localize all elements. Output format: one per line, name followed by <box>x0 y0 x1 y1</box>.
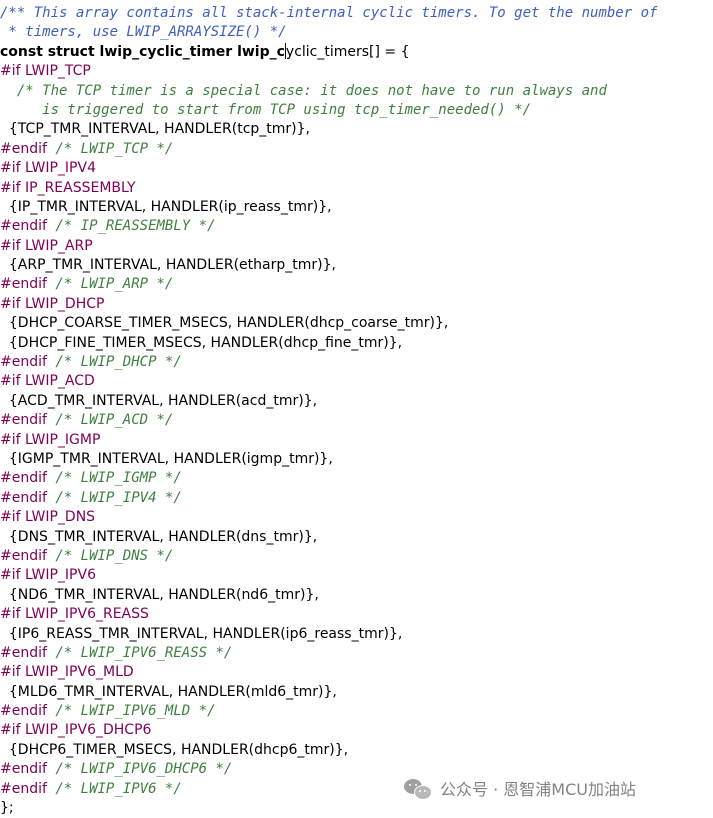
endif-comment: /* IP_REASSEMBLY */ <box>46 218 216 235</box>
preprocessor-directive: #if LWIP_IGMP <box>0 431 101 448</box>
code-text: {IP6_REASS_TMR_INTERVAL, HANDLER(ip6_rea… <box>0 625 403 642</box>
endif-comment: /* LWIP_ARP */ <box>46 276 174 293</box>
code-text: {TCP_TMR_INTERVAL, HANDLER(tcp_tmr)}, <box>0 121 311 138</box>
preprocessor-directive: #if LWIP_TCP <box>0 63 91 80</box>
code-line[interactable]: /* The TCP timer is a special case: it d… <box>0 82 713 101</box>
code-line[interactable]: {IP_TMR_INTERVAL, HANDLER(ip_reass_tmr)}… <box>0 198 713 217</box>
endif-directive: #endif <box>0 140 47 157</box>
code-line[interactable]: #endif /* LWIP_IPV6_REASS */ <box>0 644 713 663</box>
code-line[interactable]: #if LWIP_ACD <box>0 372 713 391</box>
endif-directive: #endif <box>0 703 47 720</box>
code-line[interactable]: #endif /* LWIP_IGMP */ <box>0 469 713 488</box>
code-text: {DHCP_COARSE_TIMER_MSECS, HANDLER(dhcp_c… <box>0 315 449 332</box>
doc-comment: /** This array contains all stack-intern… <box>0 5 658 21</box>
code-comment: /* The TCP timer is a special case: it d… <box>0 82 607 99</box>
declaration-text: const struct lwip_cyclic_timer lwip_c <box>0 43 285 60</box>
code-line[interactable]: {ARP_TMR_INTERVAL, HANDLER(etharp_tmr)}, <box>0 256 713 275</box>
code-line[interactable]: #if IP_REASSEMBLY <box>0 179 713 198</box>
code-text: {ARP_TMR_INTERVAL, HANDLER(etharp_tmr)}, <box>0 257 336 274</box>
endif-comment: /* LWIP_IPV6 */ <box>46 780 182 797</box>
code-text: {DHCP6_TIMER_MSECS, HANDLER(dhcp6_tmr)}, <box>0 741 349 758</box>
code-line[interactable]: {TCP_TMR_INTERVAL, HANDLER(tcp_tmr)}, <box>0 120 713 139</box>
watermark-text: 公众号 · 恩智浦MCU加油站 <box>440 780 636 799</box>
code-line[interactable]: /** This array contains all stack-intern… <box>0 4 713 23</box>
endif-directive: #endif <box>0 412 47 429</box>
code-text: {IGMP_TMR_INTERVAL, HANDLER(igmp_tmr)}, <box>0 450 333 467</box>
code-line[interactable]: {IGMP_TMR_INTERVAL, HANDLER(igmp_tmr)}, <box>0 450 713 469</box>
endif-directive: #endif <box>0 218 47 235</box>
code-line[interactable]: #endif /* LWIP_DHCP */ <box>0 353 713 372</box>
preprocessor-directive: #if LWIP_DHCP <box>0 295 105 312</box>
endif-comment: /* LWIP_IGMP */ <box>46 470 182 487</box>
code-line[interactable]: #endif /* LWIP_DNS */ <box>0 547 713 566</box>
code-line[interactable]: #if LWIP_IPV6 <box>0 566 713 585</box>
code-line[interactable]: {IP6_REASS_TMR_INTERVAL, HANDLER(ip6_rea… <box>0 625 713 644</box>
preprocessor-directive: #if IP_REASSEMBLY <box>0 179 136 196</box>
endif-directive: #endif <box>0 276 47 293</box>
code-line[interactable]: #endif /* LWIP_ACD */ <box>0 411 713 430</box>
code-line[interactable]: {DNS_TMR_INTERVAL, HANDLER(dns_tmr)}, <box>0 528 713 547</box>
endif-directive: #endif <box>0 761 47 778</box>
endif-directive: #endif <box>0 644 47 661</box>
code-line[interactable]: #if LWIP_IGMP <box>0 431 713 450</box>
code-line[interactable]: const struct lwip_cyclic_timer lwip_cycl… <box>0 42 713 62</box>
doc-comment: * timers, use LWIP_ARRAYSIZE() */ <box>0 24 287 41</box>
endif-directive: #endif <box>0 470 47 487</box>
code-text: {MLD6_TMR_INTERVAL, HANDLER(mld6_tmr)}, <box>0 683 337 700</box>
preprocessor-directive: #if LWIP_IPV6 <box>0 567 96 584</box>
code-comment: is triggered to start from TCP using tcp… <box>0 101 532 118</box>
endif-comment: /* LWIP_IPV6_REASS */ <box>46 644 233 661</box>
code-line[interactable]: #if LWIP_IPV6_DHCP6 <box>0 721 713 740</box>
endif-comment: /* LWIP_IPV6_MLD */ <box>46 703 216 720</box>
code-line[interactable]: {MLD6_TMR_INTERVAL, HANDLER(mld6_tmr)}, <box>0 683 713 702</box>
code-line[interactable]: #endif /* LWIP_IPV4 */ <box>0 489 713 508</box>
preprocessor-directive: #if LWIP_IPV4 <box>0 160 96 177</box>
code-line[interactable]: #if LWIP_IPV4 <box>0 159 713 178</box>
preprocessor-directive: #if LWIP_ARP <box>0 237 93 254</box>
preprocessor-directive: #if LWIP_IPV6_DHCP6 <box>0 722 152 739</box>
declaration-text-rest: yclic_timers[] = { <box>285 43 410 60</box>
code-line[interactable]: #if LWIP_IPV6_REASS <box>0 605 713 624</box>
code-line[interactable]: #if LWIP_ARP <box>0 237 713 256</box>
code-line[interactable]: {ND6_TMR_INTERVAL, HANDLER(nd6_tmr)}, <box>0 586 713 605</box>
code-text: }; <box>0 800 14 817</box>
endif-comment: /* LWIP_DHCP */ <box>46 354 182 371</box>
code-text: {DNS_TMR_INTERVAL, HANDLER(dns_tmr)}, <box>0 528 318 545</box>
watermark: 公众号 · 恩智浦MCU加油站 <box>404 772 636 804</box>
code-line[interactable]: #endif /* LWIP_ARP */ <box>0 275 713 294</box>
wechat-icon <box>404 776 432 800</box>
code-line[interactable]: #endif /* IP_REASSEMBLY */ <box>0 217 713 236</box>
code-text: {DHCP_FINE_TIMER_MSECS, HANDLER(dhcp_fin… <box>0 334 403 351</box>
endif-directive: #endif <box>0 547 47 564</box>
code-line[interactable]: {DHCP_FINE_TIMER_MSECS, HANDLER(dhcp_fin… <box>0 334 713 353</box>
code-text: {IP_TMR_INTERVAL, HANDLER(ip_reass_tmr)}… <box>0 198 332 215</box>
code-line[interactable]: {DHCP6_TIMER_MSECS, HANDLER(dhcp6_tmr)}, <box>0 741 713 760</box>
preprocessor-directive: #if LWIP_DNS <box>0 509 96 526</box>
endif-comment: /* LWIP_DNS */ <box>46 547 174 564</box>
preprocessor-directive: #if LWIP_ACD <box>0 373 95 390</box>
code-editor[interactable]: /** This array contains all stack-intern… <box>0 4 713 818</box>
code-text: {ACD_TMR_INTERVAL, HANDLER(acd_tmr)}, <box>0 392 318 409</box>
code-text: {ND6_TMR_INTERVAL, HANDLER(nd6_tmr)}, <box>0 586 319 603</box>
code-line[interactable]: #if LWIP_IPV6_MLD <box>0 663 713 682</box>
endif-directive: #endif <box>0 489 47 506</box>
code-line[interactable]: #if LWIP_DNS <box>0 508 713 527</box>
endif-directive: #endif <box>0 780 47 797</box>
code-line[interactable]: #endif /* LWIP_IPV6_MLD */ <box>0 702 713 721</box>
preprocessor-directive: #if LWIP_IPV6_MLD <box>0 664 134 681</box>
code-line[interactable]: #if LWIP_TCP <box>0 62 713 81</box>
code-line[interactable]: * timers, use LWIP_ARRAYSIZE() */ <box>0 23 713 42</box>
code-line[interactable]: #if LWIP_DHCP <box>0 295 713 314</box>
preprocessor-directive: #if LWIP_IPV6_REASS <box>0 606 149 623</box>
endif-comment: /* LWIP_ACD */ <box>46 412 174 429</box>
endif-directive: #endif <box>0 354 47 371</box>
code-line[interactable]: #endif /* LWIP_TCP */ <box>0 140 713 159</box>
endif-comment: /* LWIP_IPV4 */ <box>46 489 182 506</box>
endif-comment: /* LWIP_IPV6_DHCP6 */ <box>46 761 233 778</box>
code-line[interactable]: is triggered to start from TCP using tcp… <box>0 101 713 120</box>
code-line[interactable]: {ACD_TMR_INTERVAL, HANDLER(acd_tmr)}, <box>0 392 713 411</box>
code-line[interactable]: {DHCP_COARSE_TIMER_MSECS, HANDLER(dhcp_c… <box>0 314 713 333</box>
endif-comment: /* LWIP_TCP */ <box>46 140 174 157</box>
